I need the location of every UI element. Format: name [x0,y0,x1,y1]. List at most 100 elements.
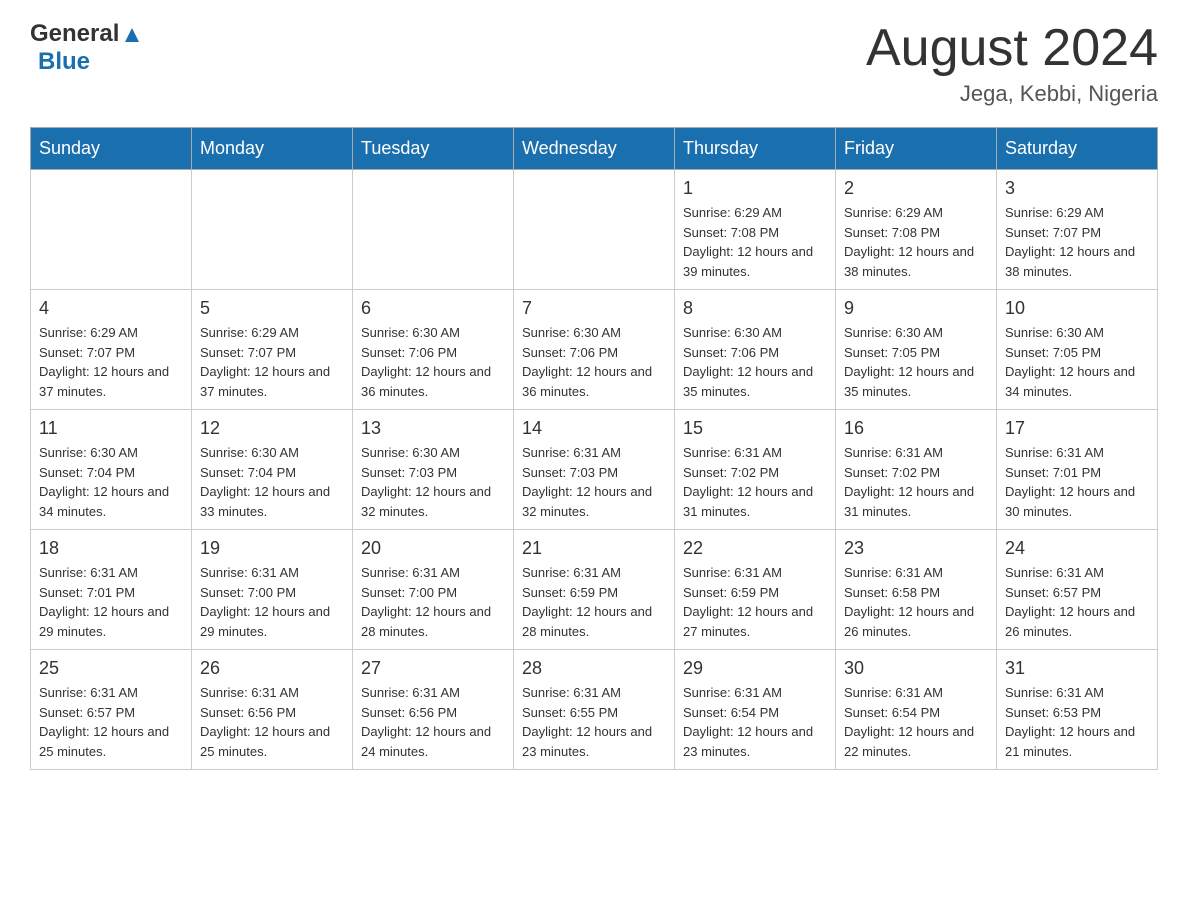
calendar-table: SundayMondayTuesdayWednesdayThursdayFrid… [30,127,1158,770]
calendar-cell: 4 Sunrise: 6:29 AMSunset: 7:07 PMDaylight… [31,290,192,410]
day-info: Sunrise: 6:30 AMSunset: 7:06 PMDaylight:… [522,323,666,401]
day-number: 10 [1005,298,1149,319]
day-info: Sunrise: 6:31 AMSunset: 7:01 PMDaylight:… [39,563,183,641]
day-info: Sunrise: 6:31 AMSunset: 6:56 PMDaylight:… [361,683,505,761]
day-number: 2 [844,178,988,199]
day-info: Sunrise: 6:30 AMSunset: 7:06 PMDaylight:… [361,323,505,401]
day-number: 7 [522,298,666,319]
day-info: Sunrise: 6:29 AMSunset: 7:07 PMDaylight:… [39,323,183,401]
day-number: 30 [844,658,988,679]
day-info: Sunrise: 6:31 AMSunset: 6:59 PMDaylight:… [683,563,827,641]
day-info: Sunrise: 6:29 AMSunset: 7:07 PMDaylight:… [200,323,344,401]
day-info: Sunrise: 6:29 AMSunset: 7:08 PMDaylight:… [683,203,827,281]
day-info: Sunrise: 6:31 AMSunset: 6:56 PMDaylight:… [200,683,344,761]
calendar-cell: 24Sunrise: 6:31 AMSunset: 6:57 PMDayligh… [997,530,1158,650]
calendar-cell: 7 Sunrise: 6:30 AMSunset: 7:06 PMDaylight… [514,290,675,410]
calendar-cell: 23 Sunrise: 6:31 AMSunset: 6:58 PMDayligh… [836,530,997,650]
day-number: 6 [361,298,505,319]
calendar-cell: 18 Sunrise: 6:31 AMSunset: 7:01 PMDayligh… [31,530,192,650]
day-number: 4 [39,298,183,319]
logo-general-text: General [30,20,119,48]
calendar-cell: 2Sunrise: 6:29 AMSunset: 7:08 PMDaylight… [836,170,997,290]
day-number: 29 [683,658,827,679]
day-info: Sunrise: 6:30 AMSunset: 7:06 PMDaylight:… [683,323,827,401]
day-info: Sunrise: 6:31 AMSunset: 6:54 PMDaylight:… [844,683,988,761]
calendar-cell: 22 Sunrise: 6:31 AMSunset: 6:59 PMDayligh… [675,530,836,650]
day-number: 23 [844,538,988,559]
day-number: 19 [200,538,344,559]
day-number: 21 [522,538,666,559]
day-number: 5 [200,298,344,319]
weekday-header-tuesday: Tuesday [353,128,514,170]
week-row-5: 25 Sunrise: 6:31 AMSunset: 6:57 PMDayligh… [31,650,1158,770]
calendar-cell: 16 Sunrise: 6:31 AMSunset: 7:02 PMDayligh… [836,410,997,530]
day-number: 14 [522,418,666,439]
calendar-cell: 21 Sunrise: 6:31 AMSunset: 6:59 PMDayligh… [514,530,675,650]
weekday-header-saturday: Saturday [997,128,1158,170]
day-number: 8 [683,298,827,319]
calendar-cell: 6 Sunrise: 6:30 AMSunset: 7:06 PMDaylight… [353,290,514,410]
day-info: Sunrise: 6:31 AMSunset: 7:00 PMDaylight:… [361,563,505,641]
day-number: 22 [683,538,827,559]
calendar-cell: 25 Sunrise: 6:31 AMSunset: 6:57 PMDayligh… [31,650,192,770]
calendar-subtitle: Jega, Kebbi, Nigeria [866,81,1158,107]
day-info: Sunrise: 6:31 AMSunset: 6:53 PMDaylight:… [1005,683,1149,761]
calendar-cell: 11Sunrise: 6:30 AMSunset: 7:04 PMDayligh… [31,410,192,530]
calendar-cell: 27 Sunrise: 6:31 AMSunset: 6:56 PMDayligh… [353,650,514,770]
day-info: Sunrise: 6:31 AMSunset: 6:55 PMDaylight:… [522,683,666,761]
day-number: 31 [1005,658,1149,679]
day-info: Sunrise: 6:31 AMSunset: 7:02 PMDaylight:… [844,443,988,521]
day-info: Sunrise: 6:30 AMSunset: 7:03 PMDaylight:… [361,443,505,521]
logo-blue-text: Blue [38,48,90,76]
day-number: 13 [361,418,505,439]
calendar-cell: 3 Sunrise: 6:29 AMSunset: 7:07 PMDaylight… [997,170,1158,290]
day-info: Sunrise: 6:31 AMSunset: 7:01 PMDaylight:… [1005,443,1149,521]
calendar-cell: 5 Sunrise: 6:29 AMSunset: 7:07 PMDaylight… [192,290,353,410]
calendar-title: August 2024 [866,20,1158,77]
week-row-2: 4 Sunrise: 6:29 AMSunset: 7:07 PMDaylight… [31,290,1158,410]
logo: General Blue [30,20,143,76]
calendar-cell: 31 Sunrise: 6:31 AMSunset: 6:53 PMDayligh… [997,650,1158,770]
calendar-cell: 29Sunrise: 6:31 AMSunset: 6:54 PMDayligh… [675,650,836,770]
calendar-cell: 15 Sunrise: 6:31 AMSunset: 7:02 PMDayligh… [675,410,836,530]
calendar-cell: 10 Sunrise: 6:30 AMSunset: 7:05 PMDayligh… [997,290,1158,410]
calendar-cell: 30 Sunrise: 6:31 AMSunset: 6:54 PMDayligh… [836,650,997,770]
day-info: Sunrise: 6:30 AMSunset: 7:04 PMDaylight:… [39,443,183,521]
day-number: 20 [361,538,505,559]
day-number: 16 [844,418,988,439]
day-number: 3 [1005,178,1149,199]
week-row-1: 1Sunrise: 6:29 AMSunset: 7:08 PMDaylight… [31,170,1158,290]
day-number: 26 [200,658,344,679]
day-info: Sunrise: 6:30 AMSunset: 7:04 PMDaylight:… [200,443,344,521]
day-info: Sunrise: 6:30 AMSunset: 7:05 PMDaylight:… [1005,323,1149,401]
day-info: Sunrise: 6:31 AMSunset: 7:03 PMDaylight:… [522,443,666,521]
day-number: 24 [1005,538,1149,559]
weekday-header-wednesday: Wednesday [514,128,675,170]
day-info: Sunrise: 6:31 AMSunset: 7:00 PMDaylight:… [200,563,344,641]
calendar-cell [192,170,353,290]
day-number: 25 [39,658,183,679]
day-info: Sunrise: 6:31 AMSunset: 6:59 PMDaylight:… [522,563,666,641]
day-number: 15 [683,418,827,439]
week-row-4: 18 Sunrise: 6:31 AMSunset: 7:01 PMDayligh… [31,530,1158,650]
weekday-header-thursday: Thursday [675,128,836,170]
weekday-header-monday: Monday [192,128,353,170]
calendar-cell: 13 Sunrise: 6:30 AMSunset: 7:03 PMDayligh… [353,410,514,530]
day-number: 18 [39,538,183,559]
day-number: 27 [361,658,505,679]
day-info: Sunrise: 6:31 AMSunset: 6:58 PMDaylight:… [844,563,988,641]
logo-triangle-icon [121,24,143,46]
calendar-cell: 12Sunrise: 6:30 AMSunset: 7:04 PMDayligh… [192,410,353,530]
calendar-cell: 14 Sunrise: 6:31 AMSunset: 7:03 PMDayligh… [514,410,675,530]
calendar-cell: 28Sunrise: 6:31 AMSunset: 6:55 PMDayligh… [514,650,675,770]
title-block: August 2024 Jega, Kebbi, Nigeria [866,20,1158,107]
day-info: Sunrise: 6:29 AMSunset: 7:07 PMDaylight:… [1005,203,1149,281]
day-info: Sunrise: 6:31 AMSunset: 6:57 PMDaylight:… [39,683,183,761]
calendar-cell [31,170,192,290]
calendar-cell: 1Sunrise: 6:29 AMSunset: 7:08 PMDaylight… [675,170,836,290]
calendar-cell: 8 Sunrise: 6:30 AMSunset: 7:06 PMDaylight… [675,290,836,410]
day-info: Sunrise: 6:30 AMSunset: 7:05 PMDaylight:… [844,323,988,401]
calendar-cell [353,170,514,290]
day-info: Sunrise: 6:31 AMSunset: 7:02 PMDaylight:… [683,443,827,521]
calendar-cell: 20 Sunrise: 6:31 AMSunset: 7:00 PMDayligh… [353,530,514,650]
